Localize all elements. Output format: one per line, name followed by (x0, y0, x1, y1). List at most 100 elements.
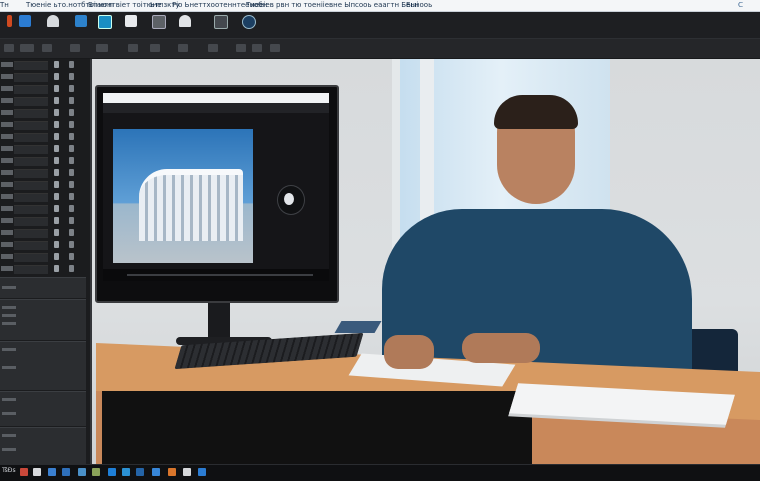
panel-row[interactable] (0, 83, 86, 95)
panel-row-icon[interactable] (69, 217, 74, 224)
panel-row-field[interactable] (14, 109, 48, 118)
panel-row-field[interactable] (14, 217, 48, 226)
panel-row-field[interactable] (14, 61, 48, 70)
panel-section[interactable] (0, 427, 86, 464)
subbar-button[interactable] (150, 44, 160, 52)
terminal-icon[interactable] (136, 468, 144, 476)
panel-row-field[interactable] (14, 205, 48, 214)
browser-icon[interactable] (92, 468, 100, 476)
store-icon[interactable] (33, 468, 41, 476)
explorer-icon[interactable] (20, 468, 28, 476)
ribbon-button-person[interactable] (44, 15, 62, 37)
ribbon-button-file[interactable] (72, 15, 90, 37)
panel-row-icon[interactable] (69, 265, 74, 272)
panel-row-icon[interactable] (69, 109, 74, 116)
panel-section[interactable] (0, 391, 86, 426)
panel-row-icon[interactable] (54, 241, 59, 248)
panel-row-icon[interactable] (54, 253, 59, 260)
ribbon-button-bookmark[interactable] (122, 15, 140, 37)
panel-row-icon[interactable] (69, 193, 74, 200)
panel-row[interactable] (0, 143, 86, 155)
subbar-button[interactable] (236, 44, 246, 52)
ribbon-button-monitor[interactable] (96, 15, 114, 37)
app-icon[interactable] (198, 468, 206, 476)
panel-row-icon[interactable] (54, 157, 59, 164)
mail-icon[interactable] (48, 468, 56, 476)
panel-row-icon[interactable] (54, 205, 59, 212)
panel-row[interactable] (0, 239, 86, 251)
panel-row-icon[interactable] (69, 205, 74, 212)
subbar-button[interactable] (128, 44, 138, 52)
panel-section[interactable] (0, 341, 86, 390)
subbar-button[interactable] (208, 44, 218, 52)
panel-row[interactable] (0, 59, 86, 71)
panel-row[interactable] (0, 263, 86, 275)
panel-row[interactable] (0, 227, 86, 239)
app-icon[interactable] (183, 468, 191, 476)
panel-row-field[interactable] (14, 181, 48, 190)
panel-row-field[interactable] (14, 133, 48, 142)
window-close-icon[interactable]: ᑕ (738, 0, 743, 11)
panel-row-icon[interactable] (54, 229, 59, 236)
panel-row-icon[interactable] (54, 85, 59, 92)
panel-row[interactable] (0, 71, 86, 83)
panel-row[interactable] (0, 179, 86, 191)
panel-row[interactable] (0, 131, 86, 143)
panel-row-field[interactable] (14, 121, 48, 130)
folder-icon[interactable] (78, 468, 86, 476)
ribbon-button-camera[interactable] (150, 15, 168, 37)
panel-row-field[interactable] (14, 265, 48, 274)
panel-row[interactable] (0, 251, 86, 263)
panel-row-icon[interactable] (69, 133, 74, 140)
panel-row[interactable] (0, 155, 86, 167)
panel-row[interactable] (0, 167, 86, 179)
panel-row-icon[interactable] (54, 133, 59, 140)
panel-row-icon[interactable] (69, 241, 74, 248)
panel-row[interactable] (0, 107, 86, 119)
subbar-button[interactable] (20, 44, 34, 52)
panel-row-icon[interactable] (69, 97, 74, 104)
panel-row-icon[interactable] (54, 73, 59, 80)
settings-icon[interactable] (108, 468, 116, 476)
panel-row-field[interactable] (14, 241, 48, 250)
panel-row[interactable] (0, 203, 86, 215)
subbar-button[interactable] (4, 44, 14, 52)
panel-row-icon[interactable] (54, 265, 59, 272)
panel-row-field[interactable] (14, 97, 48, 106)
panel-row-field[interactable] (14, 85, 48, 94)
panel-row-icon[interactable] (69, 253, 74, 260)
panel-row[interactable] (0, 215, 86, 227)
panel-row-icon[interactable] (54, 217, 59, 224)
panel-row-icon[interactable] (54, 97, 59, 104)
ribbon-button-globe[interactable] (240, 15, 258, 37)
panel-row-icon[interactable] (54, 61, 59, 68)
panel-row-field[interactable] (14, 145, 48, 154)
folder-icon[interactable] (168, 468, 176, 476)
panel-row-field[interactable] (14, 229, 48, 238)
ribbon-button-panel[interactable] (212, 15, 230, 37)
panel-row-icon[interactable] (54, 193, 59, 200)
panel-row-field[interactable] (14, 157, 48, 166)
panel-row-icon[interactable] (54, 121, 59, 128)
panel-section[interactable] (0, 277, 86, 298)
panel-row[interactable] (0, 95, 86, 107)
subbar-button[interactable] (96, 44, 108, 52)
panel-row[interactable] (0, 191, 86, 203)
panel-section[interactable] (0, 299, 86, 340)
panel-row-field[interactable] (14, 193, 48, 202)
subbar-button[interactable] (70, 44, 80, 52)
panel-row-field[interactable] (14, 73, 48, 82)
panel-row[interactable] (0, 119, 86, 131)
ribbon-button-project[interactable] (16, 15, 34, 37)
panel-row-icon[interactable] (54, 169, 59, 176)
panel-row-icon[interactable] (69, 229, 74, 236)
panel-row-icon[interactable] (69, 169, 74, 176)
panel-row-icon[interactable] (69, 145, 74, 152)
panel-row-field[interactable] (14, 169, 48, 178)
subbar-button[interactable] (270, 44, 280, 52)
panel-row-icon[interactable] (54, 181, 59, 188)
panel-row-icon[interactable] (54, 145, 59, 152)
panel-row-icon[interactable] (69, 73, 74, 80)
photos-icon[interactable] (62, 468, 70, 476)
subbar-button[interactable] (178, 44, 188, 52)
